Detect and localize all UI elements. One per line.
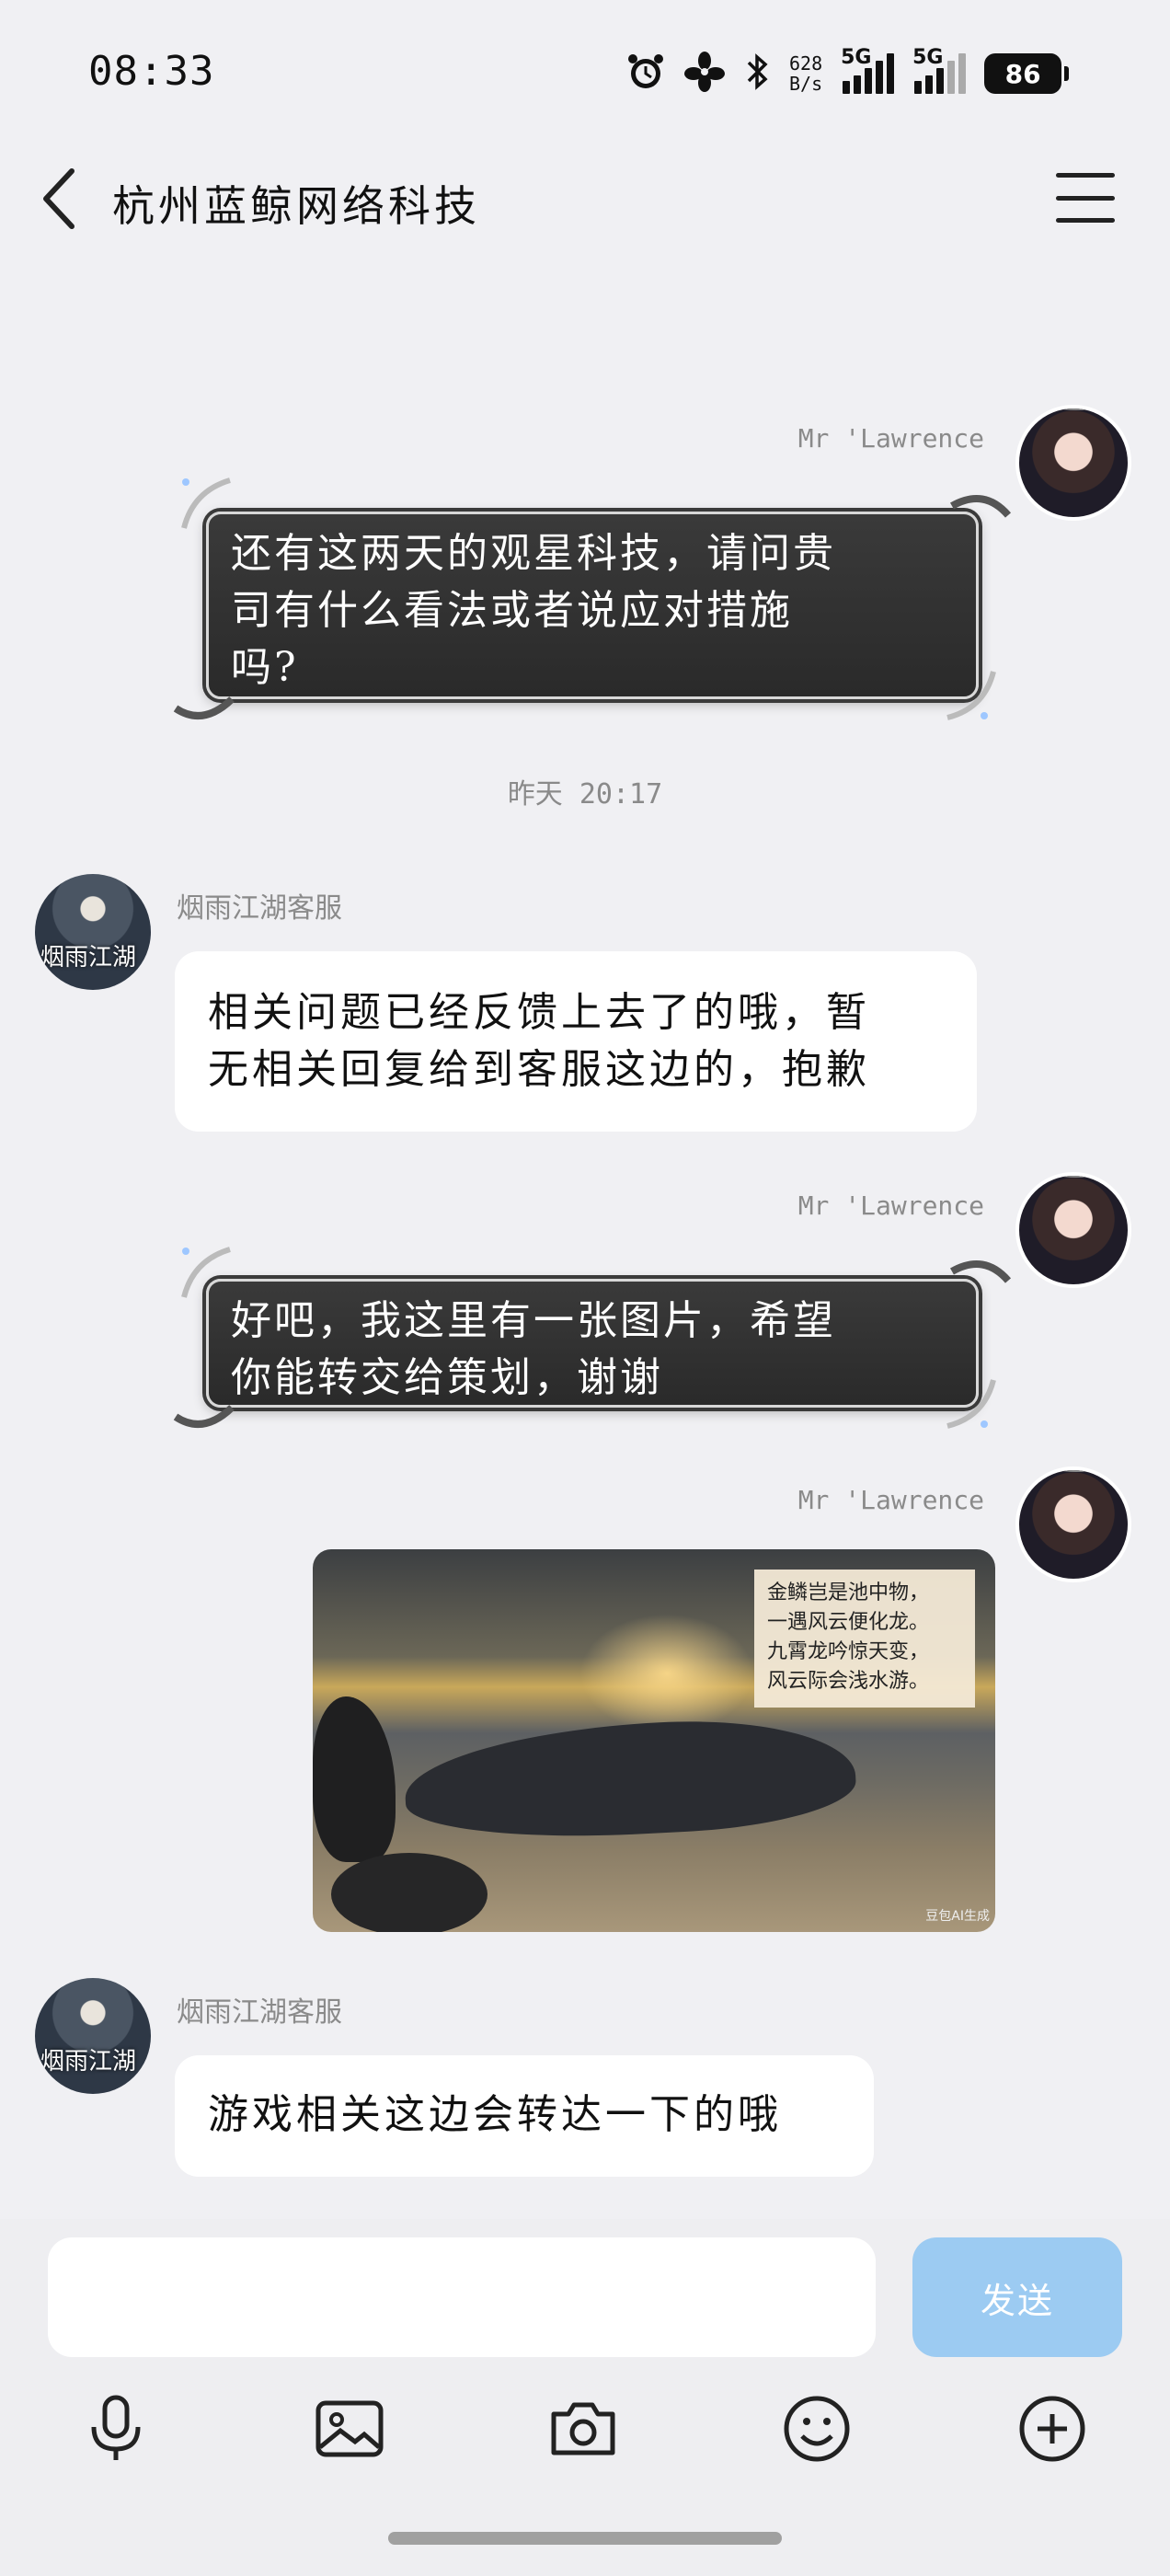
menu-icon-line	[1056, 195, 1115, 201]
bubble-ornament-icon	[938, 1371, 1003, 1435]
back-button[interactable]	[37, 164, 88, 234]
chevron-left-icon	[43, 168, 75, 229]
poem-caption: 金鳞岂是池中物， 一遇风云便化龙。 九霄龙吟惊天变， 风云际会浅水游。	[754, 1570, 975, 1708]
send-button[interactable]: 发送	[912, 2237, 1122, 2357]
camera-icon[interactable]	[546, 2392, 620, 2466]
whale-figure	[402, 1712, 858, 1846]
home-indicator[interactable]	[388, 2532, 782, 2545]
bubble-ornament-icon	[947, 488, 1012, 552]
menu-icon-line	[1056, 173, 1115, 178]
sender-name: 烟雨江湖客服	[177, 1996, 342, 2029]
status-icons: 628 B/s 5G 5G 86	[625, 46, 1085, 99]
bubble-ornament-icon	[171, 662, 235, 727]
network-speed: 628 B/s	[789, 52, 823, 95]
bubble-ornament-icon	[947, 1253, 1012, 1317]
sunlight	[579, 1614, 754, 1733]
user-avatar[interactable]	[1015, 1172, 1131, 1288]
cs-avatar[interactable]: 烟雨江湖	[35, 874, 151, 990]
message-text: 好吧，我这里有一张图片，希望	[231, 1297, 836, 1344]
user-avatar[interactable]	[1015, 1466, 1131, 1582]
sender-name: Mr 'Lawrence	[797, 1485, 984, 1515]
rock	[331, 1853, 488, 1932]
message-bubble[interactable]: 相关问题已经反馈上去了的哦，暂 无相关回复给到客服这边的，抱歉	[175, 951, 977, 1132]
shared-image[interactable]: 金鳞岂是池中物， 一遇风云便化龙。 九霄龙吟惊天变， 风云际会浅水游。 豆包AI…	[313, 1549, 995, 1932]
bluetooth-icon	[743, 52, 771, 96]
sender-name: 烟雨江湖客服	[177, 892, 342, 925]
menu-button[interactable]	[1056, 173, 1115, 223]
timestamp: 昨天 20:17	[507, 778, 663, 811]
message-bubble[interactable]: 好吧，我这里有一张图片，希望 你能转交给策划，谢谢	[206, 1279, 979, 1408]
user-avatar[interactable]	[1015, 405, 1131, 521]
bubble-ornament-icon	[175, 1242, 239, 1306]
battery-indicator: 86	[984, 53, 1070, 94]
bubble-ornament-icon	[171, 1371, 235, 1435]
sender-name: Mr 'Lawrence	[797, 1190, 984, 1221]
sender-name: Mr 'Lawrence	[797, 423, 984, 454]
bubble-ornament-icon	[938, 662, 1003, 727]
status-time: 08:33	[88, 48, 215, 95]
image-watermark: 豆包AI生成	[925, 1909, 990, 1924]
message-bubble[interactable]: 还有这两天的观星科技，请问贵 司有什么看法或者说应对措施 吗?	[206, 512, 979, 699]
message-text: 你能转交给策划，谢谢	[231, 1354, 663, 1401]
alarm-icon	[625, 52, 666, 96]
microphone-icon[interactable]	[79, 2392, 153, 2466]
plus-icon[interactable]	[1015, 2392, 1089, 2466]
message-text: 无相关回复给到客服这边的，抱歉	[208, 1046, 870, 1093]
menu-icon-line	[1056, 218, 1115, 223]
bubble-ornament-icon	[175, 473, 239, 537]
message-text: 司有什么看法或者说应对措施	[231, 587, 793, 634]
image-icon[interactable]	[313, 2392, 386, 2466]
chat-title: 杭州蓝鲸网络科技	[112, 181, 480, 231]
message-bubble[interactable]: 游戏相关这边会转达一下的哦	[175, 2055, 874, 2177]
message-text: 还有这两天的观星科技，请问贵	[231, 530, 836, 577]
emoji-icon[interactable]	[780, 2392, 854, 2466]
message-text: 相关问题已经反馈上去了的哦，暂	[208, 989, 870, 1036]
message-input[interactable]	[48, 2237, 876, 2357]
cs-avatar[interactable]: 烟雨江湖	[35, 1978, 151, 2094]
signal-2: 5G	[912, 46, 967, 94]
rock	[313, 1696, 396, 1862]
fan-icon	[684, 52, 725, 96]
message-text: 游戏相关这边会转达一下的哦	[208, 2091, 782, 2138]
message-text: 吗?	[231, 644, 299, 691]
signal-1: 5G	[841, 46, 895, 94]
